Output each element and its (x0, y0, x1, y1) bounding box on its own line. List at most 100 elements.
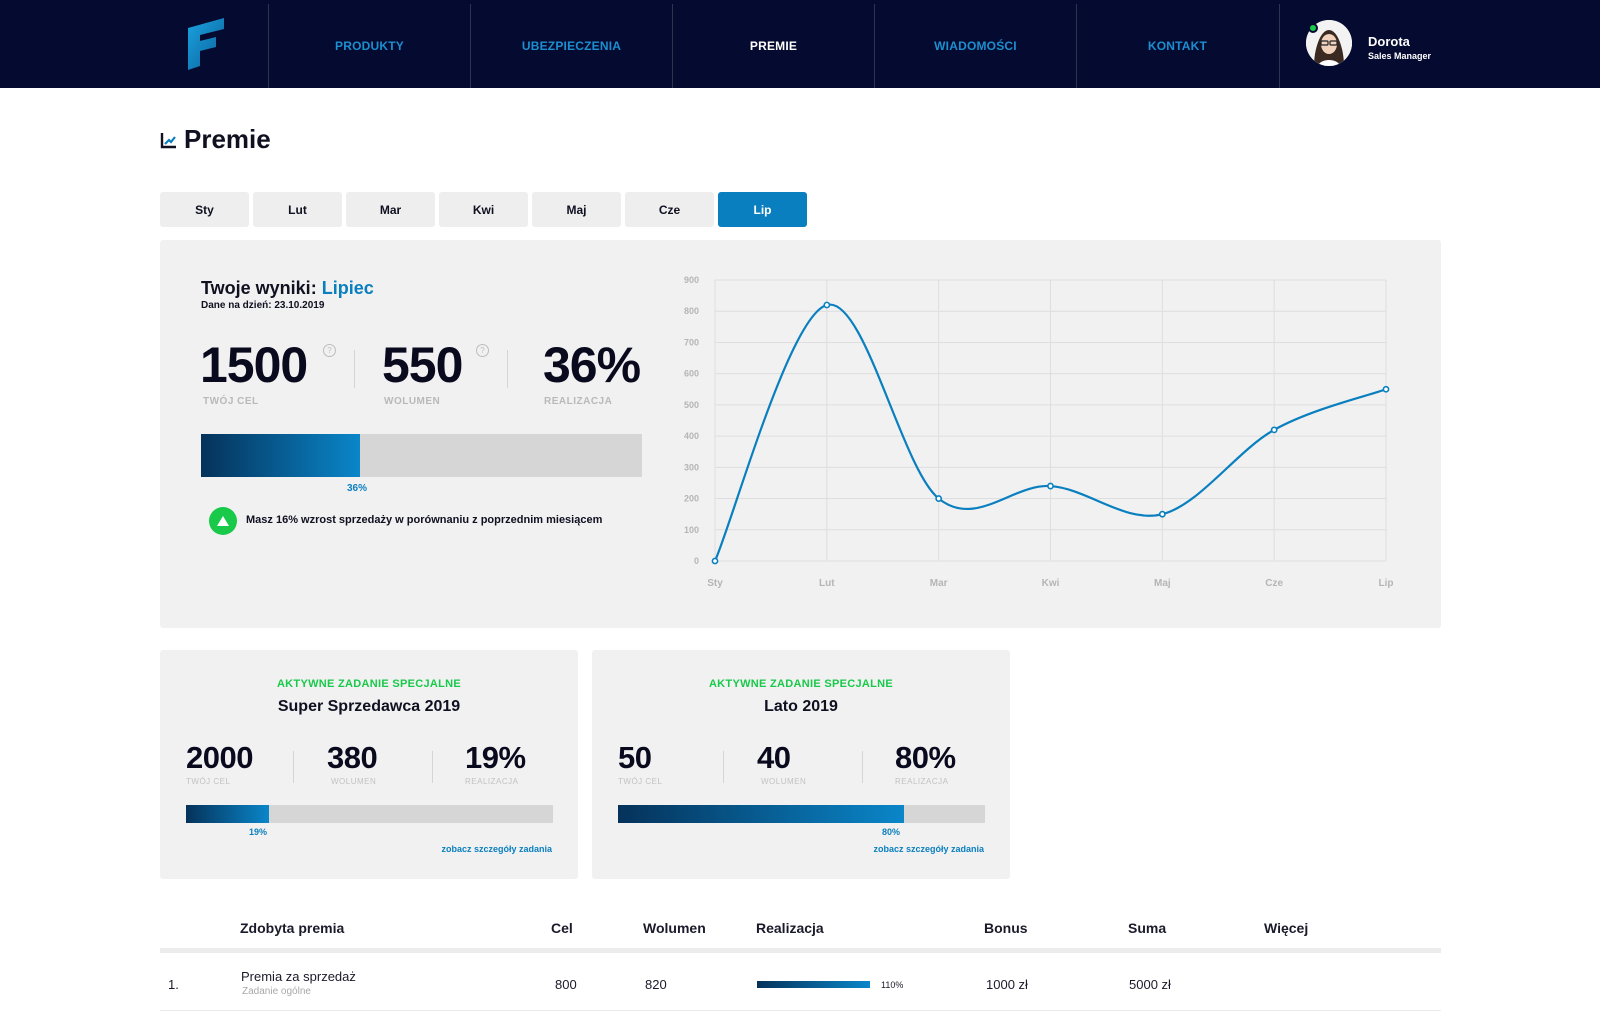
chart-data-point (1270, 426, 1278, 434)
nav-item-wiadomosci[interactable]: WIADOMOŚCI (874, 4, 1076, 88)
task-details-link[interactable]: zobacz szczegóły zadania (873, 844, 984, 854)
task-progress-bar (186, 805, 553, 823)
month-tabs: Sty Lut Mar Kwi Maj Cze Lip (160, 192, 807, 227)
task-title: Super Sprzedawca 2019 (277, 698, 461, 715)
task-stat-target-label: TWÓJ CEL (186, 777, 231, 786)
user-name: Dorota (1368, 34, 1410, 49)
task-stat-target-value: 50 (618, 740, 652, 775)
column-header-cel: Cel (551, 920, 573, 936)
results-date: Dane na dzień: 23.10.2019 (201, 300, 325, 311)
progress-bar-fill (201, 434, 360, 477)
chart-data-point (711, 557, 719, 565)
task-stat-target: 2000 TWÓJ CEL (186, 740, 253, 786)
task-title: Lato 2019 (764, 698, 838, 715)
task-progress-bar (618, 805, 985, 823)
tab-cze[interactable]: Cze (625, 192, 714, 227)
results-title: Twoje wyniki: Lipiec (201, 278, 374, 299)
divider (862, 751, 863, 783)
progress-percent-label: 36% (347, 483, 368, 494)
chart-x-tick-label: Cze (1265, 578, 1283, 589)
tab-kwi[interactable]: Kwi (439, 192, 528, 227)
table-row[interactable]: 1. Premia za sprzedaż Zadanie ogólne 800… (160, 955, 1441, 1011)
row-index: 1. (168, 977, 179, 992)
stat-volume-label: WOLUMEN (384, 396, 441, 407)
monthly-volume-line-chart: 0 100 200 300 400 500 600 700 800 900 Sty Lut Mar Kwi… (684, 275, 1394, 589)
nav-item-premie[interactable]: PREMIE (672, 4, 874, 88)
results-panel: Twoje wyniki: Lipiec Dane na dzień: 23.1… (160, 240, 1441, 628)
task-stat-realization: 19% REALIZACJA (465, 740, 526, 786)
user-profile[interactable]: Dorota Sales Manager (1279, 4, 1600, 88)
chart-y-tick-label: 800 (684, 306, 699, 316)
arrow-up-icon (209, 507, 237, 535)
nav-item-ubezpieczenia[interactable]: UBEZPIECZENIA (470, 4, 672, 88)
row-realization-percent: 110% (881, 980, 904, 990)
divider (507, 350, 508, 388)
task-card-super-sprzedawca: AKTYWNE ZADANIE SPECJALNE Super Sprzedaw… (160, 650, 578, 879)
task-tag: AKTYWNE ZADANIE SPECJALNE (708, 678, 894, 690)
chart-y-tick-label: 300 (684, 462, 699, 472)
row-volume: 820 (645, 977, 667, 992)
tab-lip[interactable]: Lip (718, 192, 807, 227)
online-status-dot (1308, 23, 1318, 33)
chart-data-point (1047, 482, 1054, 490)
column-header-bonus: Bonus (984, 920, 1028, 936)
row-bonus: 1000 zł (986, 977, 1028, 992)
stat-target: 1500 TWÓJ CEL (200, 336, 308, 407)
chart-x-tick-label: Kwi (1042, 578, 1060, 589)
divider (432, 751, 433, 783)
stat-target-value: 1500 (200, 337, 308, 393)
task-stat-volume-label: WOLUMEN (761, 777, 807, 786)
chart-data-point (823, 301, 831, 309)
task-stat-realization-value: 19% (465, 740, 526, 775)
divider (293, 751, 294, 783)
chart-x-tick-label: Lip (1379, 578, 1394, 589)
top-navbar: PRODUKTY UBEZPIECZENIA PREMIE WIADOMOŚCI… (0, 0, 1600, 88)
help-icon[interactable]: ? (476, 344, 489, 357)
task-progress-percent: 80% (882, 827, 901, 837)
tab-sty[interactable]: Sty (160, 192, 249, 227)
chart-data-point (1382, 385, 1390, 393)
task-stat-volume-label: WOLUMEN (331, 777, 377, 786)
chart-x-tick-label: Maj (1154, 578, 1171, 589)
row-name: Premia za sprzedaż (241, 969, 356, 984)
task-stat-target-value: 2000 (186, 740, 253, 775)
stat-target-label: TWÓJ CEL (203, 396, 259, 407)
nav-item-kontakt[interactable]: KONTAKT (1076, 4, 1278, 88)
company-logo[interactable] (186, 18, 226, 70)
chart-y-tick-label: 100 (684, 525, 699, 535)
task-details-link[interactable]: zobacz szczegóły zadania (441, 844, 552, 854)
row-subtitle: Zadanie ogólne (242, 986, 311, 997)
stat-realization-label: REALIZACJA (544, 396, 613, 407)
tab-mar[interactable]: Mar (346, 192, 435, 227)
task-stat-volume: 380 WOLUMEN (327, 740, 378, 786)
page-header: Premie (160, 124, 271, 155)
nav-item-produkty[interactable]: PRODUKTY (268, 4, 470, 88)
chart-x-tick-label: Mar (930, 578, 948, 589)
user-role: Sales Manager (1368, 51, 1432, 61)
column-header-realizacja: Realizacja (756, 920, 824, 936)
task-stat-volume-value: 380 (327, 740, 378, 775)
chart-data-point (935, 495, 943, 502)
chart-y-tick-label: 900 (684, 275, 699, 285)
trend-message: Masz 16% wzrost sprzedaży w porównaniu z… (246, 514, 603, 526)
column-header-premia: Zdobyta premia (240, 920, 345, 936)
task-stat-target: 50 TWÓJ CEL (618, 740, 662, 786)
progress-bar (201, 434, 642, 477)
chart-y-tick-label: 600 (684, 369, 699, 379)
tab-lut[interactable]: Lut (253, 192, 342, 227)
stat-realization: 36% REALIZACJA (543, 336, 641, 407)
chart-x-tick-label: Sty (707, 578, 723, 589)
stat-realization-value: 36% (543, 337, 641, 393)
task-stat-realization-label: REALIZACJA (895, 777, 949, 786)
results-title-prefix: Twoje wyniki: (201, 278, 317, 298)
tab-maj[interactable]: Maj (532, 192, 621, 227)
chart-y-tick-label: 700 (684, 337, 699, 347)
row-realization-bar (757, 981, 870, 988)
task-stat-realization-value: 80% (895, 740, 956, 775)
help-icon[interactable]: ? (323, 344, 336, 357)
task-stat-realization: 80% REALIZACJA (895, 740, 956, 786)
column-header-wolumen: Wolumen (643, 920, 706, 936)
chart-y-tick-label: 0 (694, 556, 699, 566)
stat-volume-value: 550 (382, 337, 463, 393)
page-title: Premie (184, 124, 271, 154)
